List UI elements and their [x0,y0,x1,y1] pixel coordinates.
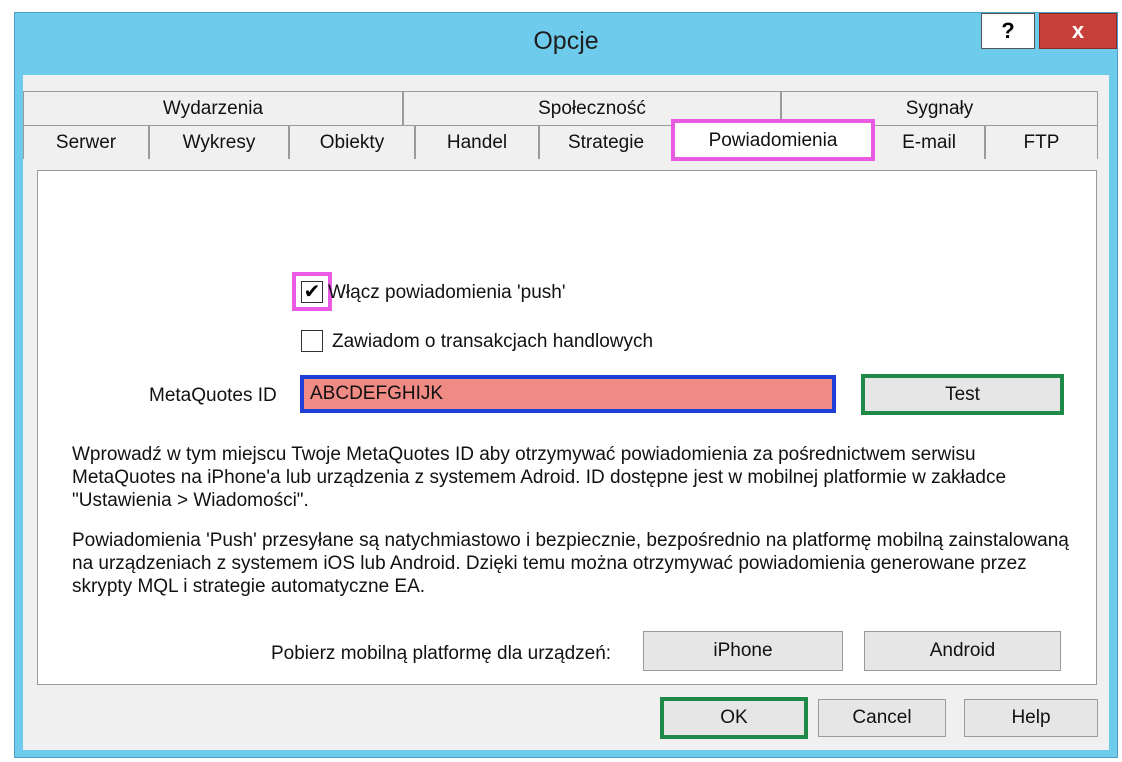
checkmark-icon: ✔ [303,281,321,303]
download-label: Pobierz mobilną platformę dla urządzeń: [271,643,612,664]
cancel-button[interactable]: Cancel [818,699,946,737]
dialog-client-area: Wydarzenia Społeczność Sygnały Serwer Wy… [23,75,1109,750]
trade-notify-checkbox[interactable] [301,330,323,352]
metaquotes-id-input[interactable] [300,375,836,413]
help-button[interactable]: Help [964,699,1098,737]
enable-push-checkbox[interactable]: ✔ [301,281,323,303]
info-paragraph-1: Wprowadź w tym miejscu Twoje MetaQuotes … [72,444,1007,511]
tab-row-bottom: Serwer Wykresy Obiekty Handel Strategie … [23,119,1098,161]
dialog-title: Opcje [533,27,599,55]
tab-powiadomienia[interactable]: Powiadomienia [671,119,875,161]
tab-wykresy[interactable]: Wykresy [149,125,289,159]
tab-obiekty[interactable]: Obiekty [289,125,415,159]
metaquotes-id-label: MetaQuotes ID [149,385,277,406]
enable-push-label: Włącz powiadomienia 'push' [328,282,566,303]
test-button[interactable]: Test [861,374,1064,415]
tab-ftp[interactable]: FTP [985,125,1098,159]
tab-sygnaly[interactable]: Sygnały [781,91,1098,125]
ok-button[interactable]: OK [660,697,808,739]
trade-notify-label: Zawiadom o transakcjach handlowych [332,331,654,352]
tab-wydarzenia[interactable]: Wydarzenia [23,91,403,125]
tab-serwer[interactable]: Serwer [23,125,149,159]
tab-handel[interactable]: Handel [415,125,539,159]
options-dialog: Opcje ? x Wydarzenia Społeczność Sygnały… [14,12,1118,758]
iphone-button[interactable]: iPhone [643,631,843,671]
title-bar[interactable]: Opcje ? x [15,13,1117,75]
close-icon[interactable]: x [1039,13,1117,49]
tab-strategie[interactable]: Strategie [539,125,673,159]
tab-spolecznosc[interactable]: Społeczność [403,91,781,125]
notifications-panel: ✔ Włącz powiadomienia 'push' Zawiadom o … [37,170,1097,685]
info-paragraph-2: Powiadomienia 'Push' przesyłane są natyc… [72,530,1069,597]
android-button[interactable]: Android [864,631,1061,671]
tab-row-top: Wydarzenia Społeczność Sygnały [23,91,1098,125]
tab-email[interactable]: E-mail [873,125,985,159]
help-icon[interactable]: ? [981,13,1035,49]
